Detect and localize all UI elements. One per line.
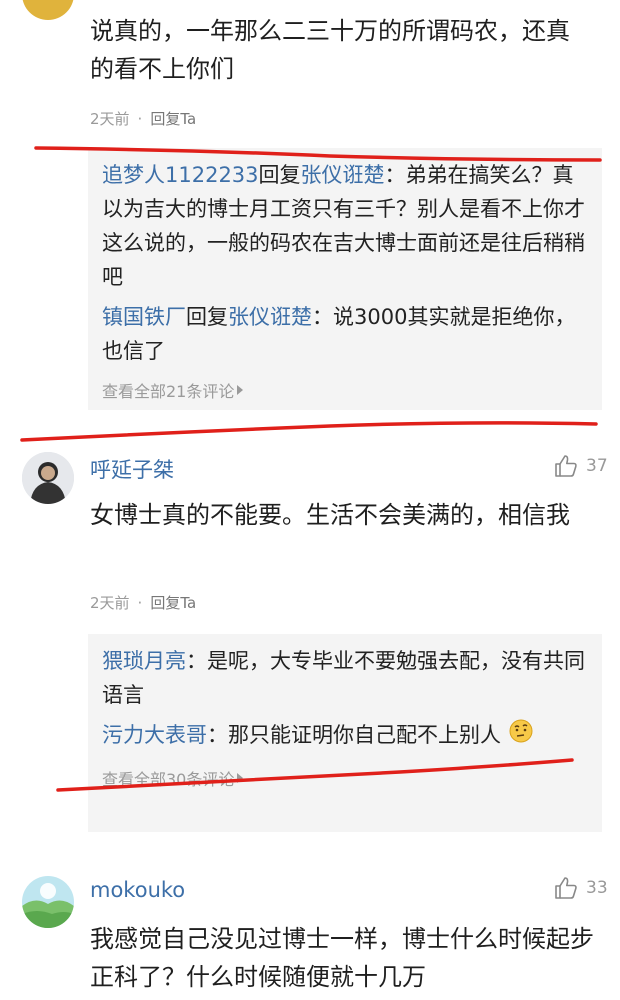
like-button[interactable]: 37 [554, 454, 608, 478]
avatar[interactable] [22, 452, 74, 504]
avatar[interactable] [22, 0, 74, 20]
like-count: 37 [586, 456, 608, 476]
reply-colon: ： [312, 305, 333, 329]
comment-time: 2天前 [90, 594, 130, 612]
reply-item[interactable]: 猥琐月亮：是呢，大专毕业不要勉强去配，没有共同语言 [102, 644, 588, 712]
thumb-up-icon [555, 455, 577, 477]
reply-thread: 猥琐月亮：是呢，大专毕业不要勉强去配，没有共同语言 污力大表哥：那只能证明你自己… [88, 634, 602, 832]
avatar[interactable] [22, 876, 74, 928]
reply-item[interactable]: 污力大表哥：那只能证明你自己配不上别人 [102, 718, 588, 754]
reply-item[interactable]: 追梦人1122233回复张仪诳楚：弟弟在搞笑么？真以为吉大的博士月工资只有三千？… [102, 158, 588, 294]
username[interactable]: 呼延子桀 [90, 454, 174, 484]
reply-item[interactable]: 镇国铁厂回复张仪诳楚：说3000其实就是拒绝你，也信了 [102, 300, 588, 368]
reply-button[interactable]: 回复Ta [150, 108, 196, 129]
chevron-right-icon [237, 385, 244, 395]
like-button[interactable]: 33 [554, 876, 608, 900]
comment-text-content: 我感觉自己没见过博士一样，博士什么时候起步正科了？什么时候随便就十几万 [90, 925, 594, 991]
meta-dot: · [137, 593, 143, 612]
view-all-label: 查看全部30条评论 [102, 770, 235, 789]
view-all-label: 查看全部21条评论 [102, 382, 235, 401]
meta-dot: · [137, 109, 143, 128]
like-count: 33 [586, 878, 608, 898]
reply-author[interactable]: 猥琐月亮 [102, 649, 186, 673]
comment-text-content: 女博士真的不能要。生活不会美满的，相信我 [90, 501, 570, 529]
reply-colon: ： [186, 649, 207, 673]
reply-button[interactable]: 回复Ta [150, 592, 196, 613]
reply-verb: 回复 [186, 305, 228, 329]
avatar-image [22, 876, 74, 928]
reply-verb: 回复 [258, 163, 301, 187]
comment-time: 2天前 [90, 110, 130, 128]
reply-target[interactable]: 张仪诳楚 [301, 163, 385, 187]
reply-thread: 追梦人1122233回复张仪诳楚：弟弟在搞笑么？真以为吉大的博士月工资只有三千？… [88, 148, 602, 410]
reply-author[interactable]: 追梦人1122233 [102, 163, 259, 187]
comment-text-content: 说真的，一年那么二三十万的所谓码农，还真的看不上你们 [90, 17, 570, 83]
reply-colon: ： [207, 723, 228, 747]
chevron-right-icon [237, 773, 244, 783]
reply-colon: ： [384, 163, 406, 187]
comment-text: 说真的，一年那么二三十万的所谓码农，还真的看不上你们 [90, 12, 590, 88]
comment-text: 我感觉自己没见过博士一样，博士什么时候起步正科了？什么时候随便就十几万 [90, 920, 600, 996]
comment-text: 女博士真的不能要。生活不会美满的，相信我 [90, 496, 595, 534]
reply-author[interactable]: 镇国铁厂 [102, 305, 186, 329]
username[interactable]: mokouko [90, 878, 185, 902]
reply-target[interactable]: 张仪诳楚 [228, 305, 312, 329]
comment-meta: 2天前 · 回复Ta [90, 108, 196, 129]
thinking-emoji-icon [508, 718, 534, 754]
view-all-comments-link[interactable]: 查看全部30条评论 [102, 766, 588, 790]
reply-text: 那只能证明你自己配不上别人 [228, 723, 501, 747]
reply-author[interactable]: 污力大表哥 [102, 723, 207, 747]
comment-meta: 2天前 · 回复Ta [90, 592, 196, 613]
avatar-image [22, 452, 74, 504]
thumb-up-icon [555, 877, 577, 899]
view-all-comments-link[interactable]: 查看全部21条评论 [102, 378, 588, 402]
